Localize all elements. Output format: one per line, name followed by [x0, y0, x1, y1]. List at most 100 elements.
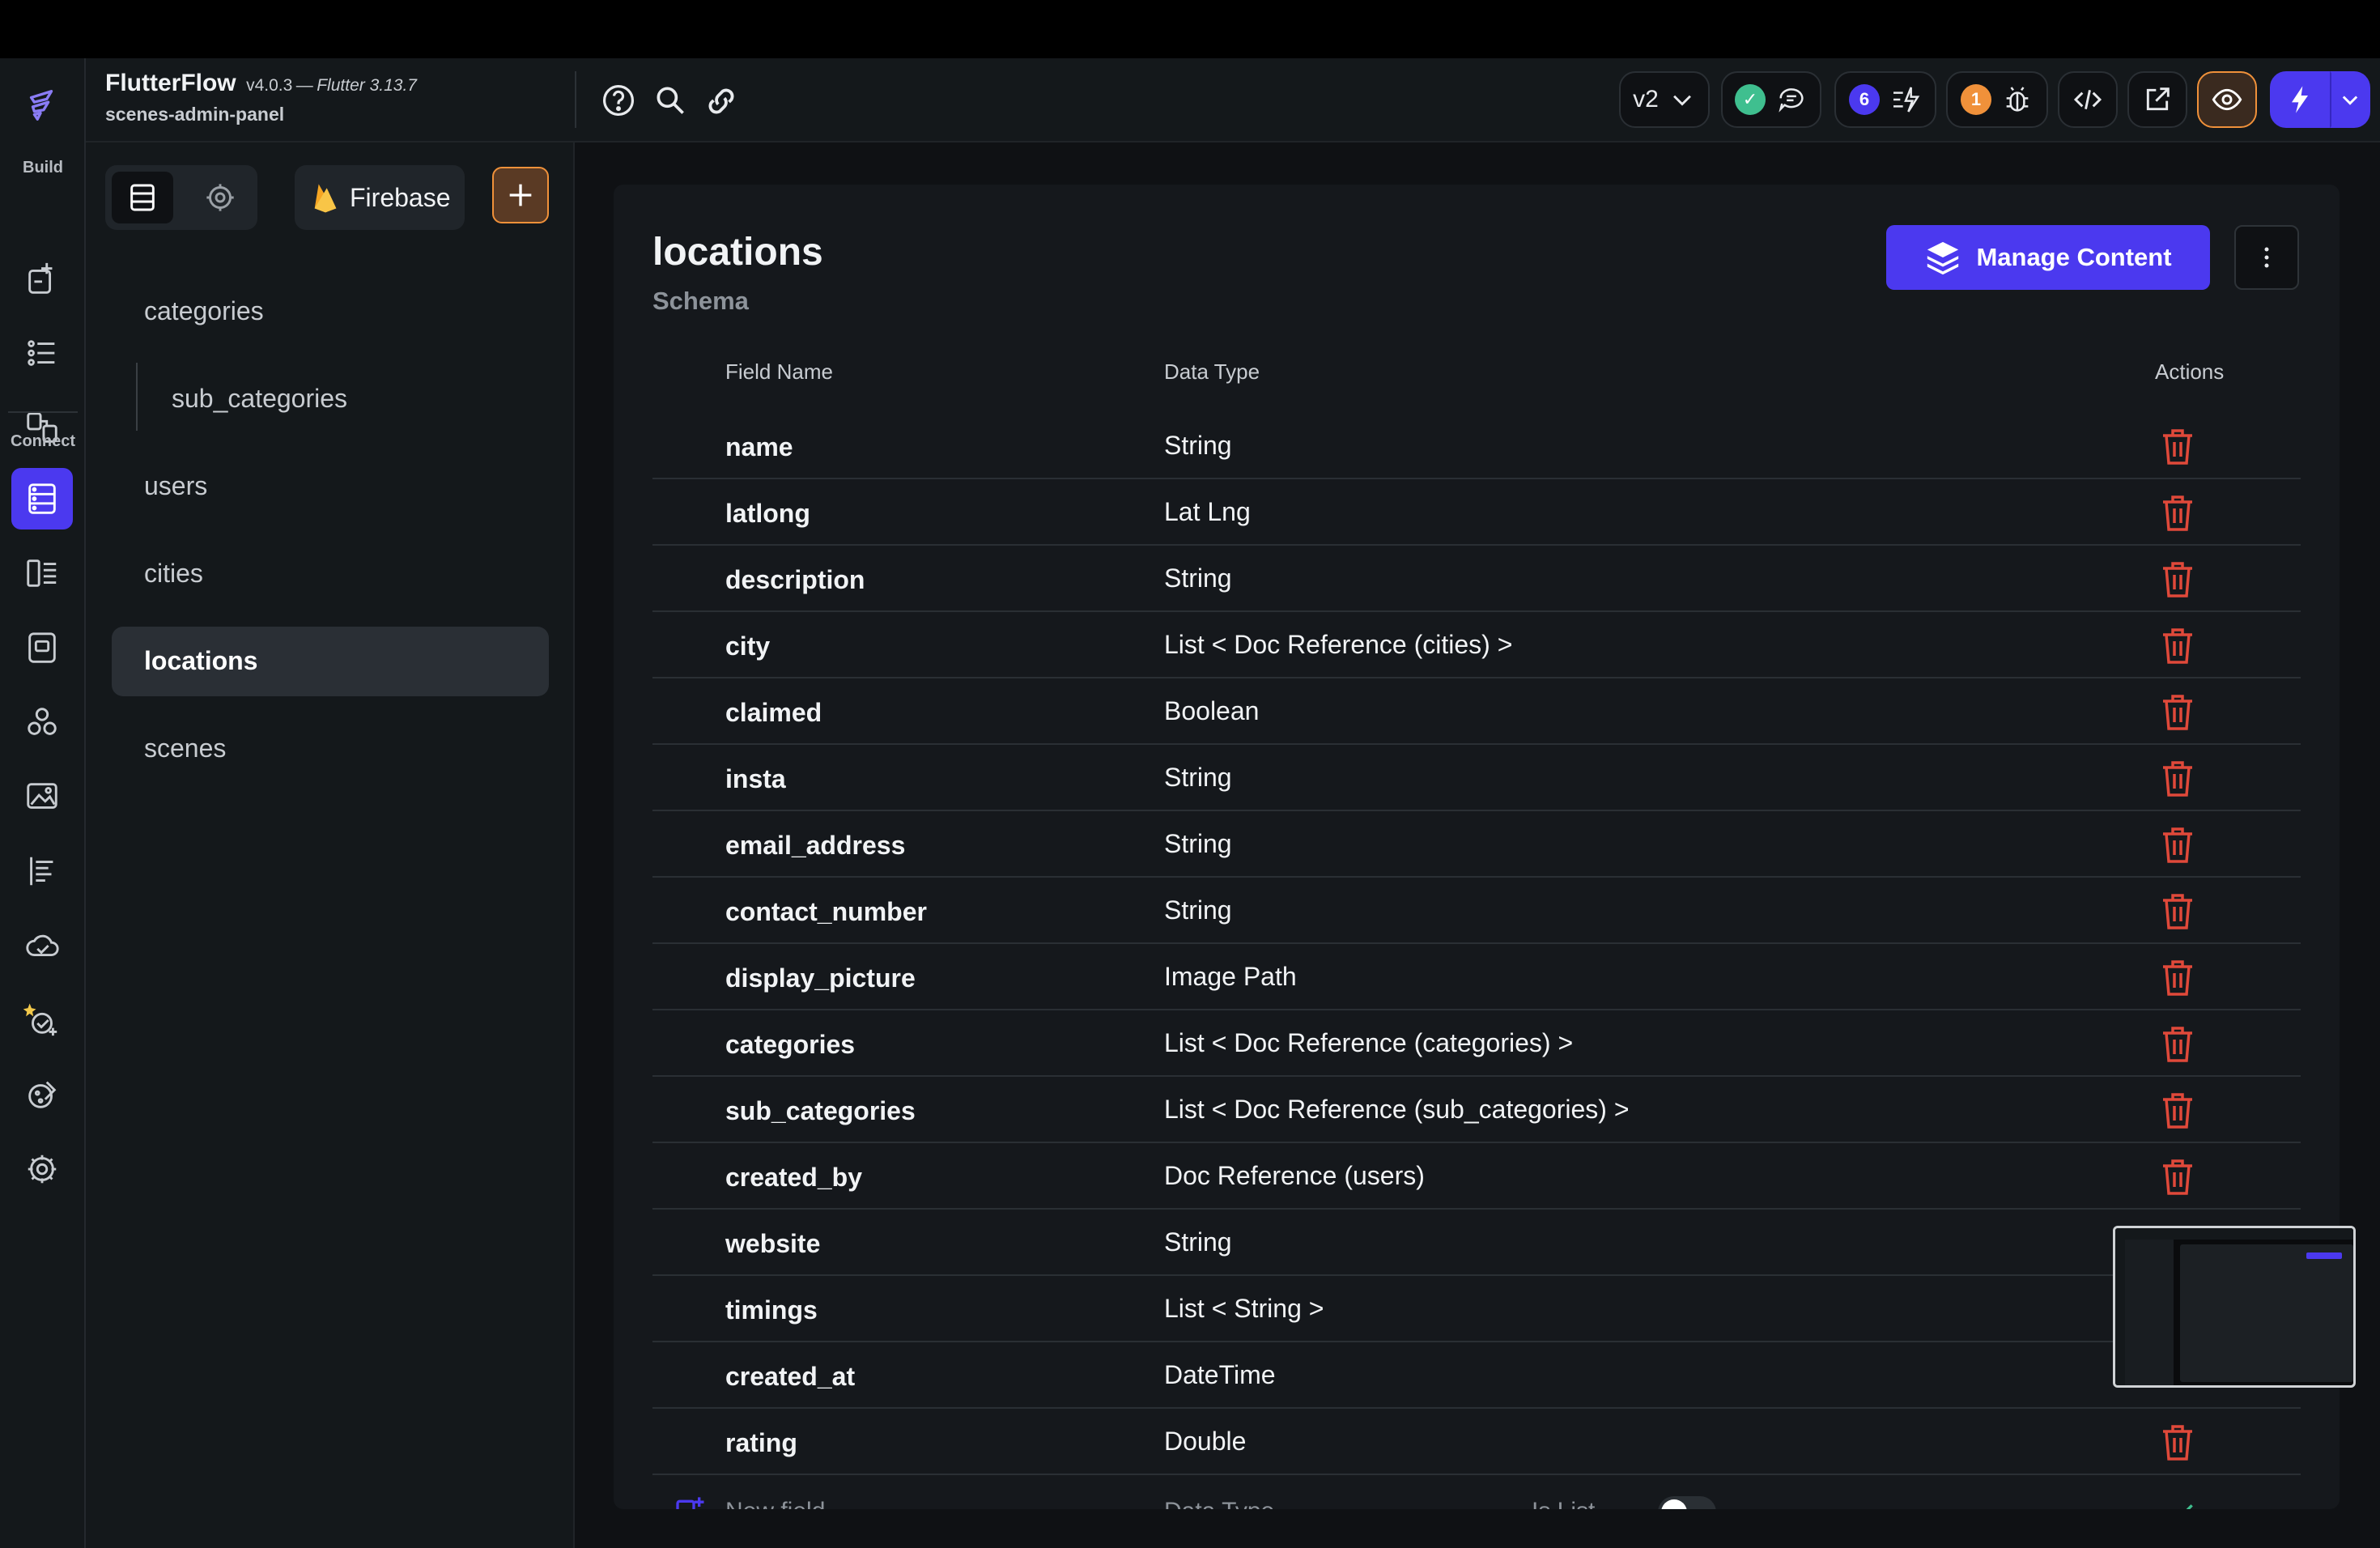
field-name[interactable]: display_picture — [725, 963, 916, 993]
delete-field-trash-icon[interactable] — [2158, 426, 2197, 466]
field-data-type[interactable]: String — [1164, 563, 1232, 593]
field-data-type[interactable]: Doc Reference (users) — [1164, 1161, 1425, 1191]
firestore-settings-tab[interactable] — [189, 172, 251, 223]
delete-field-trash-icon[interactable] — [2158, 1090, 2197, 1130]
field-name[interactable]: email_address — [725, 831, 905, 861]
confirm-check-icon[interactable] — [2166, 1495, 2199, 1509]
field-name[interactable]: insta — [725, 764, 786, 794]
api-calls-icon[interactable] — [11, 840, 73, 902]
delete-field-trash-icon[interactable] — [2158, 1023, 2197, 1064]
field-data-type[interactable]: List < Doc Reference (cities) > — [1164, 630, 1512, 660]
flutterflow-logo-icon[interactable] — [11, 74, 73, 136]
schema-field-row[interactable]: email_address String — [652, 811, 2301, 878]
add-page-icon[interactable] — [11, 248, 73, 309]
schema-field-row[interactable]: sub_categories List < Doc Reference (sub_… — [652, 1077, 2301, 1143]
more-options-button[interactable] — [2234, 225, 2299, 290]
field-name[interactable]: latlong — [725, 499, 810, 529]
run-options-dropdown[interactable] — [2330, 71, 2370, 128]
collection-item-locations[interactable]: locations — [112, 627, 549, 696]
delete-field-trash-icon[interactable] — [2158, 691, 2197, 732]
help-icon[interactable] — [601, 83, 636, 118]
project-name[interactable]: scenes-admin-panel — [105, 104, 417, 125]
schema-field-row[interactable]: categories List < Doc Reference (categori… — [652, 1010, 2301, 1077]
field-data-type[interactable]: String — [1164, 431, 1232, 461]
schema-field-row[interactable]: website String — [652, 1210, 2301, 1276]
field-name[interactable]: website — [725, 1229, 820, 1259]
delete-field-trash-icon[interactable] — [2158, 559, 2197, 599]
run-button[interactable] — [2270, 71, 2330, 128]
search-icon[interactable] — [652, 83, 688, 118]
field-data-type[interactable]: List < Doc Reference (categories) > — [1164, 1028, 1573, 1058]
components-icon[interactable] — [11, 691, 73, 753]
delete-field-trash-icon[interactable] — [2158, 957, 2197, 997]
share-link-icon[interactable] — [703, 83, 740, 118]
schema-field-row[interactable]: name String — [652, 413, 2301, 479]
field-name[interactable]: sub_categories — [725, 1096, 916, 1126]
field-name[interactable]: city — [725, 632, 770, 661]
schema-field-row[interactable]: insta String — [652, 745, 2301, 811]
preview-button[interactable] — [2197, 71, 2257, 128]
field-name[interactable]: rating — [725, 1428, 797, 1458]
delete-field-trash-icon[interactable] — [2158, 625, 2197, 666]
collection-item-sub-categories[interactable]: sub_categories — [172, 384, 347, 414]
schema-field-row[interactable]: city List < Doc Reference (cities) > — [652, 612, 2301, 678]
collection-item-cities[interactable]: cities — [144, 559, 203, 589]
schema-field-row[interactable]: latlong Lat Lng — [652, 479, 2301, 546]
field-data-type[interactable]: Image Path — [1164, 962, 1297, 992]
field-name[interactable]: description — [725, 565, 865, 595]
tests-button[interactable]: 6 — [1834, 71, 1936, 128]
schema-field-row[interactable]: display_picture Image Path — [652, 944, 2301, 1010]
schema-field-row[interactable]: created_by Doc Reference (users) — [652, 1143, 2301, 1210]
field-data-type[interactable]: Boolean — [1164, 696, 1259, 726]
open-external-button[interactable] — [2127, 71, 2187, 128]
theme-icon[interactable] — [11, 1064, 73, 1125]
schema-field-row[interactable]: contact_number String — [652, 878, 2301, 944]
delete-field-trash-icon[interactable] — [2158, 492, 2197, 533]
field-data-type[interactable]: List < String > — [1164, 1294, 1324, 1324]
field-name[interactable]: created_at — [725, 1362, 855, 1392]
field-data-type[interactable]: Lat Lng — [1164, 497, 1251, 527]
issues-button[interactable]: 1 — [1946, 71, 2048, 128]
field-name[interactable]: created_by — [725, 1163, 862, 1193]
schema-field-row[interactable]: description String — [652, 546, 2301, 612]
schema-field-row[interactable]: timings List < String > — [652, 1276, 2301, 1342]
new-field-input[interactable]: New field — [725, 1498, 825, 1509]
settings-gear-icon[interactable] — [11, 1138, 73, 1200]
field-data-type[interactable]: String — [1164, 1227, 1232, 1257]
collaboration-button[interactable]: ✓ — [1721, 71, 1821, 128]
field-data-type[interactable]: DateTime — [1164, 1360, 1276, 1390]
collection-item-users[interactable]: users — [144, 471, 207, 501]
schema-field-row[interactable]: claimed Boolean — [652, 678, 2301, 745]
schema-view-tab[interactable] — [112, 172, 173, 223]
field-name[interactable]: claimed — [725, 698, 822, 728]
field-data-type[interactable]: List < Doc Reference (sub_categories) > — [1164, 1095, 1630, 1125]
field-data-type[interactable]: Double — [1164, 1427, 1246, 1457]
field-data-type[interactable]: String — [1164, 829, 1232, 859]
media-assets-icon[interactable] — [11, 766, 73, 827]
firebase-button[interactable]: Firebase — [295, 165, 465, 230]
field-data-type[interactable]: String — [1164, 895, 1232, 925]
field-name[interactable]: categories — [725, 1030, 855, 1060]
widget-tree-icon[interactable] — [11, 322, 73, 384]
add-collection-button[interactable] — [492, 167, 549, 223]
delete-field-trash-icon[interactable] — [2158, 1156, 2197, 1197]
app-state-icon[interactable] — [11, 617, 73, 678]
view-code-button[interactable] — [2058, 71, 2118, 128]
manage-content-button[interactable]: Manage Content — [1886, 225, 2210, 290]
branch-selector[interactable]: v2 — [1619, 71, 1710, 128]
screen-thumbnail[interactable] — [2113, 1226, 2356, 1388]
field-data-type[interactable]: String — [1164, 763, 1232, 793]
add-field-icon[interactable] — [674, 1495, 706, 1509]
cloud-functions-icon[interactable] — [11, 915, 73, 976]
collection-item-scenes[interactable]: scenes — [144, 734, 226, 763]
delete-field-trash-icon[interactable] — [2158, 891, 2197, 931]
delete-field-trash-icon[interactable] — [2158, 1422, 2197, 1462]
field-name[interactable]: timings — [725, 1295, 818, 1325]
firestore-icon[interactable] — [11, 468, 73, 529]
field-name[interactable]: contact_number — [725, 897, 927, 927]
delete-field-trash-icon[interactable] — [2158, 824, 2197, 865]
delete-field-trash-icon[interactable] — [2158, 758, 2197, 798]
field-name[interactable]: name — [725, 432, 793, 462]
custom-code-icon[interactable] — [11, 989, 73, 1051]
schema-field-row[interactable]: created_at DateTime — [652, 1342, 2301, 1409]
